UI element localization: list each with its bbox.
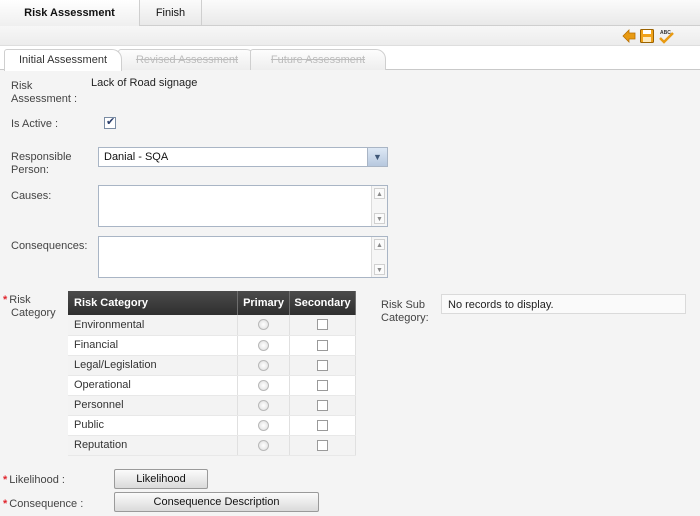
secondary-checkbox[interactable]: [317, 379, 329, 391]
secondary-checkbox[interactable]: [317, 419, 329, 431]
scroll-up-icon[interactable]: ▲: [374, 239, 385, 250]
required-marker: *: [3, 294, 8, 306]
consequence-label: * Consequence :: [3, 498, 84, 510]
arrow-left-icon[interactable]: [621, 28, 637, 44]
consequences-scrollbar[interactable]: ▲ ▼: [371, 237, 387, 277]
chevron-down-icon[interactable]: ▼: [367, 148, 387, 166]
tab-finish[interactable]: Finish: [140, 0, 202, 26]
likelihood-label: * Likelihood :: [3, 474, 65, 486]
likelihood-button[interactable]: Likelihood: [114, 469, 208, 489]
table-row: Environmental: [68, 315, 356, 336]
scroll-up-icon[interactable]: ▲: [374, 188, 385, 199]
tab-future-assessment[interactable]: Future Assessment: [250, 49, 386, 70]
risk-category-name: Environmental: [68, 315, 239, 336]
column-risk-category[interactable]: Risk Category: [68, 291, 239, 315]
causes-textarea[interactable]: ▲ ▼: [98, 185, 388, 227]
toolbar: ABC: [0, 26, 700, 46]
column-primary[interactable]: Primary: [237, 291, 291, 315]
risk-sub-category-label: Risk Sub Category:: [381, 299, 429, 324]
risk-category-table: Risk Category Primary Secondary Environm…: [68, 291, 356, 456]
assessment-tabs: Initial Assessment Revised Assessment Fu…: [0, 46, 700, 71]
assessment-form: Risk Assessment : Lack of Road signage I…: [0, 70, 700, 516]
table-row: Reputation: [68, 435, 356, 456]
table-row: Legal/Legislation: [68, 355, 356, 376]
risk-category-name: Operational: [68, 375, 239, 396]
top-tab-bar: Risk Assessment Finish: [0, 0, 700, 26]
primary-radio[interactable]: [258, 359, 270, 371]
floppy-disk-icon[interactable]: [639, 28, 655, 44]
risk-assessment-label: Risk Assessment :: [11, 80, 78, 105]
tab-revised-assessment[interactable]: Revised Assessment: [118, 49, 256, 70]
risk-category-name: Financial: [68, 335, 239, 356]
primary-radio[interactable]: [258, 419, 270, 431]
responsible-person-label: Responsible Person:: [11, 151, 72, 176]
primary-radio[interactable]: [258, 319, 270, 331]
primary-radio[interactable]: [258, 379, 270, 391]
tab-risk-assessment[interactable]: Risk Assessment: [0, 0, 140, 26]
secondary-checkbox[interactable]: [317, 339, 329, 351]
table-row: Financial: [68, 335, 356, 356]
is-active-checkbox[interactable]: [104, 115, 116, 129]
responsible-person-select[interactable]: Danial - SQA ▼: [98, 147, 388, 167]
column-secondary[interactable]: Secondary: [289, 291, 356, 315]
secondary-checkbox[interactable]: [317, 359, 329, 371]
risk-category-name: Personnel: [68, 395, 239, 416]
risk-category-name: Reputation: [68, 435, 239, 456]
is-active-label: Is Active :: [11, 118, 59, 130]
scroll-down-icon[interactable]: ▼: [374, 264, 385, 275]
secondary-checkbox[interactable]: [317, 319, 329, 331]
table-row: Operational: [68, 375, 356, 396]
table-row: Public: [68, 415, 356, 436]
risk-assessment-value: Lack of Road signage: [91, 77, 198, 89]
risk-sub-category-grid: No records to display.: [441, 294, 686, 314]
consequences-textarea[interactable]: ▲ ▼: [98, 236, 388, 278]
responsible-person-value: Danial - SQA: [104, 151, 169, 163]
secondary-checkbox[interactable]: [317, 439, 329, 451]
table-row: Personnel: [68, 395, 356, 416]
causes-label: Causes:: [11, 190, 52, 202]
primary-radio[interactable]: [258, 399, 270, 411]
tab-initial-assessment[interactable]: Initial Assessment: [4, 49, 122, 71]
risk-category-name: Legal/Legislation: [68, 355, 239, 376]
spellcheck-icon[interactable]: ABC: [657, 28, 677, 44]
consequence-description-button[interactable]: Consequence Description: [114, 492, 319, 512]
primary-radio[interactable]: [258, 439, 270, 451]
scroll-down-icon[interactable]: ▼: [374, 213, 385, 224]
risk-category-name: Public: [68, 415, 239, 436]
consequences-label: Consequences:: [11, 240, 88, 252]
risk-category-label: * Risk Category: [3, 294, 56, 319]
primary-radio[interactable]: [258, 339, 270, 351]
causes-scrollbar[interactable]: ▲ ▼: [371, 186, 387, 226]
secondary-checkbox[interactable]: [317, 399, 329, 411]
